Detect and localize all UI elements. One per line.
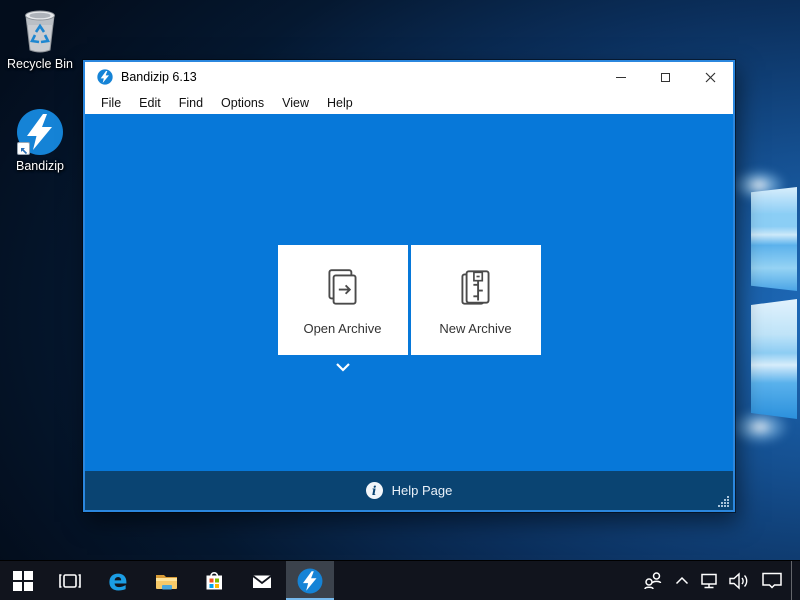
people-button[interactable] [637, 561, 669, 600]
action-center-icon [761, 571, 783, 590]
menu-item-find[interactable]: Find [170, 94, 212, 112]
bandizip-taskbar-button[interactable] [286, 561, 334, 600]
system-tray [637, 561, 800, 600]
mail-icon [250, 570, 274, 592]
maximize-icon [661, 73, 670, 82]
new-archive-label: New Archive [439, 321, 511, 336]
menu-bar: File Edit Find Options View Help [85, 92, 733, 114]
recycle-bin-icon [18, 6, 62, 54]
close-button[interactable] [688, 62, 733, 92]
close-icon [705, 72, 716, 83]
open-archive-label: Open Archive [303, 321, 381, 336]
shortcut-arrow-icon [17, 142, 30, 155]
window-title: Bandizip 6.13 [121, 70, 197, 84]
titlebar[interactable]: Bandizip 6.13 [85, 62, 733, 92]
network-button[interactable] [695, 561, 722, 600]
edge-icon: e [108, 566, 128, 595]
chevron-down-icon[interactable] [335, 362, 351, 372]
help-bar[interactable]: i Help Page [85, 471, 733, 510]
edge-button[interactable]: e [94, 561, 142, 600]
bandizip-logo-icon [297, 568, 323, 594]
tray-expand-button[interactable] [669, 561, 695, 600]
chevron-up-icon [675, 576, 689, 585]
action-center-button[interactable] [753, 561, 791, 600]
mail-button[interactable] [238, 561, 286, 600]
menu-item-view[interactable]: View [273, 94, 318, 112]
bandizip-logo-icon [97, 69, 113, 85]
store-button[interactable] [190, 561, 238, 600]
info-icon: i [366, 482, 383, 499]
volume-icon [727, 571, 749, 591]
desktop-icon-label: Bandizip [16, 159, 64, 173]
open-archive-button[interactable]: Open Archive [278, 245, 408, 355]
menu-item-help[interactable]: Help [318, 94, 362, 112]
taskbar: e [0, 560, 800, 600]
show-desktop-button[interactable] [791, 561, 798, 600]
file-explorer-button[interactable] [142, 561, 190, 600]
store-icon [202, 569, 226, 593]
minimize-button[interactable] [598, 62, 643, 92]
window-content: Open Archive New Archive [85, 114, 733, 471]
windows-start-icon [12, 570, 34, 592]
desktop-icon-label: Recycle Bin [7, 57, 73, 71]
desktop-icon-bandizip[interactable]: Bandizip [0, 108, 80, 173]
desktop-icon-recycle-bin[interactable]: Recycle Bin [0, 6, 80, 71]
start-button[interactable] [0, 561, 46, 600]
volume-button[interactable] [722, 561, 753, 600]
desktop-wallpaper: Recycle Bin Bandizip Bandizip 6.13 [0, 0, 800, 600]
file-explorer-icon [154, 570, 179, 592]
new-archive-button[interactable]: New Archive [411, 245, 541, 355]
task-view-icon [58, 570, 82, 592]
wallpaper-hero-glow [736, 95, 800, 515]
people-icon [642, 571, 664, 591]
network-icon [699, 572, 719, 590]
new-archive-icon [453, 265, 499, 311]
minimize-icon [616, 77, 626, 78]
menu-item-edit[interactable]: Edit [130, 94, 170, 112]
open-archive-icon [320, 265, 366, 311]
menu-item-file[interactable]: File [92, 94, 130, 112]
task-view-button[interactable] [46, 561, 94, 600]
resize-grip[interactable] [717, 495, 730, 508]
help-page-label: Help Page [392, 483, 453, 498]
menu-item-options[interactable]: Options [212, 94, 273, 112]
bandizip-window: Bandizip 6.13 File Edit Find Options Vie… [83, 60, 735, 512]
maximize-button[interactable] [643, 62, 688, 92]
